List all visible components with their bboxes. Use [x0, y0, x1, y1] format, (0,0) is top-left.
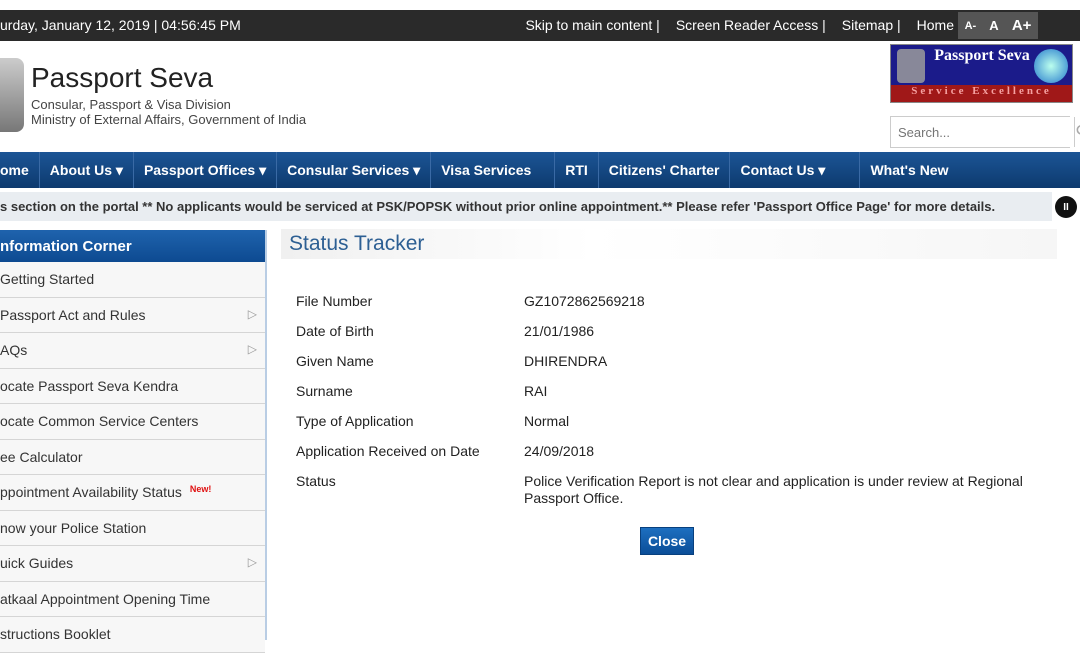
- globe-icon: [1034, 49, 1068, 83]
- font-normal-button[interactable]: A: [989, 18, 998, 33]
- passport-seva-logo: Passport Seva Service Excellence: [890, 44, 1073, 103]
- main-nav: ome About Us ▾ Passport Offices ▾ Consul…: [0, 152, 1080, 188]
- nav-whats-new[interactable]: What's New: [860, 152, 958, 188]
- detail-value: GZ1072862569218: [524, 293, 645, 309]
- search-box: ⚲: [890, 116, 1080, 148]
- sidebar-item-label: Getting Started: [0, 271, 95, 287]
- top-bar: urday, January 12, 2019 | 04:56:45 PM Sk…: [0, 10, 1080, 41]
- sidebar-item[interactable]: Getting Started: [0, 262, 265, 298]
- sidebar-item-label: ocate Passport Seva Kendra: [0, 377, 179, 394]
- nav-citizens-charter[interactable]: Citizens' Charter: [599, 152, 731, 188]
- sidebar-item-label: ocate Common Service Centers: [0, 413, 199, 429]
- sidebar-item[interactable]: Passport Act and Rules ▷: [0, 297, 265, 333]
- detail-value: RAI: [524, 383, 548, 399]
- detail-label: Application Received on Date: [296, 443, 480, 459]
- national-emblem-logo: [0, 58, 24, 132]
- detail-row: Status Police Verification Report is not …: [296, 473, 1054, 507]
- search-input[interactable]: [891, 117, 1075, 147]
- chevron-right-icon: ▷: [247, 342, 257, 356]
- detail-value: 21/01/1986: [524, 323, 595, 339]
- logo-text: Passport Seva: [934, 47, 1030, 64]
- sidebar-item-label: structions Booklet: [0, 626, 111, 642]
- sidebar-item[interactable]: ppointment Availability Status New!: [0, 475, 265, 511]
- sidebar-item-label: ppointment Availability Status: [0, 484, 182, 500]
- detail-label: Type of Application: [296, 413, 414, 429]
- detail-value: Police Verification Report is not clear …: [524, 473, 1023, 506]
- top-links: Skip to main content | Screen Reader Acc…: [517, 17, 962, 33]
- sidebar-item-label: now your Police Station: [0, 519, 147, 536]
- site-subtitle: Consular, Passport & Visa Division Minis…: [31, 97, 306, 127]
- sidebar-item[interactable]: ocate Common Service Centers: [0, 404, 265, 440]
- screen-reader-link[interactable]: Screen Reader Access |: [668, 17, 834, 33]
- detail-row: File Number GZ1072862569218: [296, 293, 1054, 323]
- sidebar-item-label: ee Calculator: [0, 448, 83, 465]
- nav-contact-us[interactable]: Contact Us ▾: [730, 152, 861, 188]
- search-icon[interactable]: ⚲: [1075, 117, 1080, 147]
- detail-row: Application Received on Date 24/09/2018: [296, 443, 1054, 473]
- font-decrease-button[interactable]: A-: [965, 20, 977, 32]
- sidebar-title: nformation Corner: [0, 230, 265, 262]
- pause-icon[interactable]: II: [1055, 196, 1077, 218]
- chevron-right-icon: ▷: [247, 555, 257, 569]
- sidebar-item-label: Passport Act and Rules: [0, 306, 146, 323]
- sidebar-item[interactable]: AQs ▷: [0, 333, 265, 369]
- title-bar: Status Tracker: [281, 229, 1057, 259]
- sidebar-item[interactable]: uick Guides ▷: [0, 546, 265, 582]
- sidebar-item-label: AQs: [0, 342, 28, 358]
- detail-value: 24/09/2018: [524, 443, 595, 459]
- sidebar-item[interactable]: structions Booklet: [0, 617, 265, 653]
- font-size-controls: A- A A+: [958, 12, 1038, 39]
- detail-row: Date of Birth 21/01/1986: [296, 323, 1054, 353]
- subtitle-ministry: Ministry of External Affairs, Government…: [31, 112, 307, 127]
- font-increase-button[interactable]: A+: [1012, 17, 1032, 34]
- detail-value: Normal: [524, 413, 570, 429]
- chevron-right-icon: ▷: [247, 306, 257, 321]
- status-details: File Number GZ1072862569218 Date of Birth 2…: [296, 293, 1054, 507]
- nav-home[interactable]: ome: [0, 152, 40, 188]
- detail-row: Given Name DHIRENDRA: [296, 353, 1054, 383]
- sidebar-item[interactable]: ocate Passport Seva Kendra: [0, 368, 265, 404]
- nav-about-us[interactable]: About Us ▾: [40, 152, 134, 188]
- sitemap-link[interactable]: Sitemap |: [834, 17, 909, 33]
- close-button[interactable]: Close: [640, 527, 694, 555]
- information-corner-sidebar: nformation Corner Getting Started Passpor…: [0, 230, 267, 653]
- nav-visa-services[interactable]: Visa Services: [431, 152, 556, 188]
- detail-label: Surname: [296, 383, 353, 399]
- detail-label: Status: [296, 473, 336, 489]
- skip-to-main-link[interactable]: Skip to main content |: [517, 17, 667, 33]
- emblem-icon: [897, 49, 925, 83]
- page-title: Status Tracker: [289, 232, 425, 255]
- detail-label: File Number: [296, 293, 373, 309]
- nav-rti[interactable]: RTI: [555, 152, 599, 188]
- detail-value: DHIRENDRA: [524, 353, 608, 369]
- nav-consular-services[interactable]: Consular Services ▾: [277, 152, 432, 188]
- detail-label: Date of Birth: [296, 323, 374, 339]
- detail-label: Given Name: [296, 353, 374, 369]
- home-link[interactable]: Home: [909, 17, 962, 33]
- sidebar-item[interactable]: ee Calculator: [0, 439, 265, 475]
- new-badge: New!: [189, 484, 212, 494]
- logo-tagline: Service Excellence: [891, 85, 1072, 102]
- site-title[interactable]: Passport Seva: [31, 62, 213, 94]
- detail-row: Type of Application Normal: [296, 413, 1054, 443]
- sidebar-item-label: atkaal Appointment Opening Time: [0, 590, 211, 607]
- nav-passport-offices[interactable]: Passport Offices ▾: [134, 152, 278, 188]
- subtitle-division: Consular, Passport & Visa Division: [31, 97, 231, 112]
- sidebar-item[interactable]: now your Police Station: [0, 510, 265, 546]
- date-time: urday, January 12, 2019 | 04:56:45 PM: [0, 17, 241, 33]
- sidebar-item[interactable]: atkaal Appointment Opening Time: [0, 581, 265, 617]
- sidebar-item-label: uick Guides: [0, 555, 74, 571]
- detail-row: Surname RAI: [296, 383, 1054, 413]
- news-ticker: s section on the portal ** No applicants…: [0, 192, 1052, 221]
